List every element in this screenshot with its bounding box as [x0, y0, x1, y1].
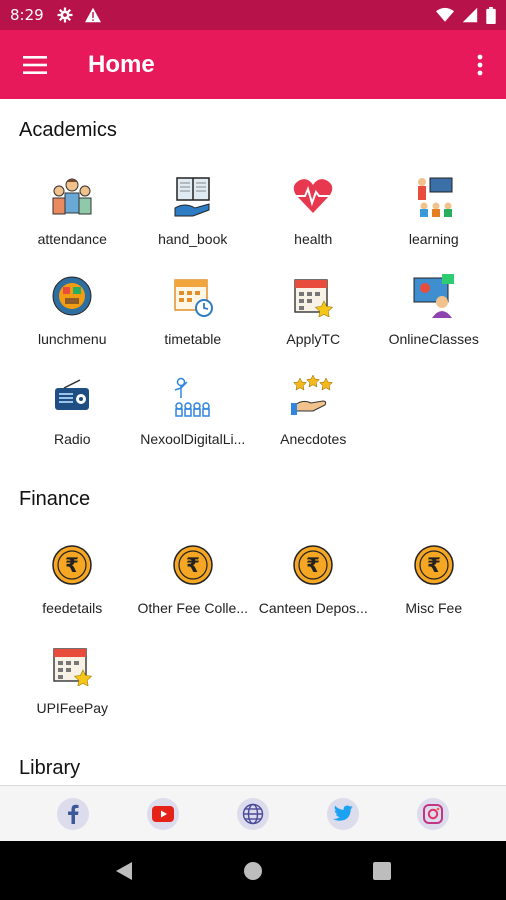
tile-radio[interactable]: Radio — [12, 353, 133, 453]
tile-label: OnlineClasses — [388, 331, 479, 347]
hamburger-menu-button[interactable] — [0, 30, 70, 99]
svg-text:₹: ₹ — [306, 553, 320, 577]
tile-misc-fee[interactable]: ₹ Misc Fee — [374, 522, 495, 622]
tile-label: Misc Fee — [405, 600, 463, 616]
svg-text:₹: ₹ — [186, 553, 200, 577]
stars-hand-icon — [290, 373, 336, 419]
section-title-finance: Finance — [19, 488, 91, 510]
tile-hand-book[interactable]: hand_book — [133, 153, 254, 253]
section-title-library: Library — [19, 757, 81, 779]
status-time: 8:29 — [10, 6, 44, 24]
tile-label: attendance — [37, 231, 107, 247]
signal-icon — [462, 7, 478, 23]
page-title: Home — [88, 50, 155, 78]
tile-anecdotes[interactable]: Anecdotes — [253, 353, 374, 453]
svg-text:₹: ₹ — [65, 553, 79, 577]
plate-icon — [49, 273, 95, 319]
tile-label: lunchmenu — [38, 331, 107, 347]
rupee-coin-icon: ₹ — [170, 542, 216, 588]
instagram-button[interactable] — [417, 797, 449, 830]
tile-upi-fee-pay[interactable]: UPIFeePay — [12, 622, 133, 722]
more-vert-icon — [477, 54, 483, 75]
radio-icon — [49, 373, 95, 419]
tile-nexool-digital-library[interactable]: NexoolDigitalLi... — [133, 353, 254, 453]
social-links-bar — [0, 785, 506, 841]
system-nav-bar — [0, 841, 506, 900]
globe-icon — [242, 803, 264, 824]
academics-grid: attendance hand_book health learning lun… — [12, 153, 494, 453]
rupee-coin-icon: ₹ — [290, 542, 336, 588]
tile-label: ApplyTC — [286, 331, 341, 347]
instagram-icon — [423, 803, 443, 824]
calendar-star-icon — [290, 273, 336, 319]
rupee-coin-icon: ₹ — [49, 542, 95, 588]
twitter-button[interactable] — [327, 797, 359, 830]
overflow-menu-button[interactable] — [454, 30, 506, 99]
tile-label: hand_book — [158, 231, 228, 247]
tile-label: Anecdotes — [280, 431, 347, 447]
tile-label: timetable — [164, 331, 222, 347]
tile-attendance[interactable]: attendance — [12, 153, 133, 253]
tile-label: NexoolDigitalLi... — [140, 431, 246, 447]
recents-icon[interactable] — [373, 861, 391, 880]
wifi-icon — [436, 7, 454, 22]
twitter-icon — [333, 804, 353, 821]
people-icon — [49, 173, 95, 219]
battery-icon — [486, 6, 496, 24]
tile-label: Other Fee Colle... — [137, 600, 249, 616]
calendar-clock-icon — [170, 273, 216, 319]
tile-other-fee-collection[interactable]: ₹ Other Fee Colle... — [133, 522, 254, 622]
tile-learning[interactable]: learning — [374, 153, 495, 253]
tile-onlineclasses[interactable]: OnlineClasses — [374, 253, 495, 353]
tile-label: health — [294, 231, 333, 247]
tile-lunchmenu[interactable]: lunchmenu — [12, 253, 133, 353]
tile-label: learning — [408, 231, 459, 247]
tile-canteen-deposit[interactable]: ₹ Canteen Depos... — [253, 522, 374, 622]
home-content[interactable]: Academics attendance hand_book health le… — [0, 99, 506, 785]
tile-label: UPIFeePay — [36, 700, 109, 716]
settings-icon — [57, 7, 73, 23]
home-icon[interactable] — [243, 861, 263, 881]
facebook-icon — [68, 804, 79, 824]
status-bar: 8:29 — [0, 0, 506, 30]
library-people-icon — [170, 373, 216, 419]
tile-label: Radio — [53, 431, 91, 447]
youtube-icon — [152, 805, 174, 822]
monitor-person-icon — [411, 273, 457, 319]
svg-text:₹: ₹ — [427, 553, 441, 577]
tile-timetable[interactable]: timetable — [133, 253, 254, 353]
heart-icon — [290, 173, 336, 219]
menu-icon — [23, 55, 47, 74]
facebook-button[interactable] — [57, 797, 89, 830]
calendar-star-icon — [49, 642, 95, 688]
book-icon — [170, 173, 216, 219]
tile-feedetails[interactable]: ₹ feedetails — [12, 522, 133, 622]
back-icon[interactable] — [115, 861, 133, 881]
tile-applytc[interactable]: ApplyTC — [253, 253, 374, 353]
finance-grid: ₹ feedetails ₹ Other Fee Colle... ₹ Cant… — [12, 522, 494, 722]
website-button[interactable] — [237, 797, 269, 830]
tile-health[interactable]: health — [253, 153, 374, 253]
warning-icon — [84, 7, 101, 23]
rupee-coin-icon: ₹ — [411, 542, 457, 588]
app-bar: Home — [0, 30, 506, 99]
classroom-icon — [411, 173, 457, 219]
tile-label: Canteen Depos... — [258, 600, 368, 616]
youtube-button[interactable] — [147, 797, 179, 830]
tile-label: feedetails — [42, 600, 103, 616]
section-title-academics: Academics — [19, 119, 117, 141]
